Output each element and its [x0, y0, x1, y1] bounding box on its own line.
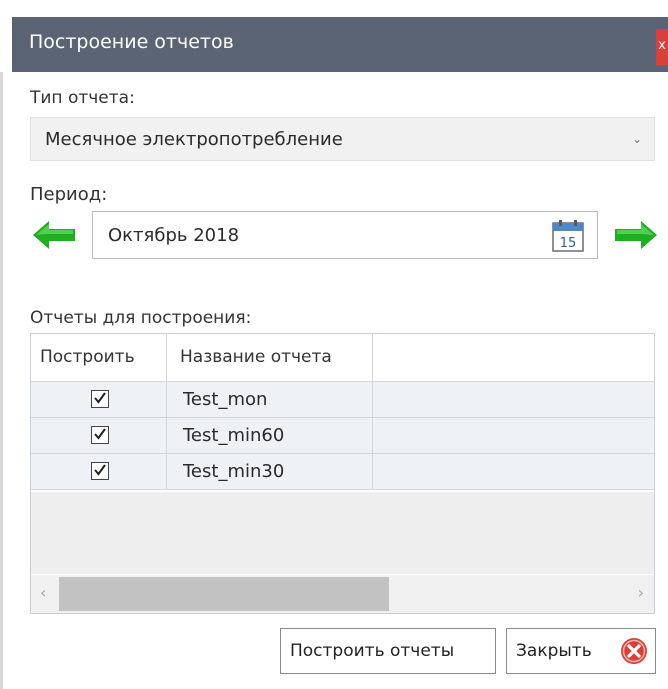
title-bar: Построение отчетов x	[12, 17, 668, 72]
reports-grid: Построить Название отчета Test_mon Test_…	[30, 333, 655, 614]
grid-header: Построить Название отчета	[31, 334, 654, 382]
window-close-button[interactable]: x	[656, 29, 668, 65]
build-cell	[31, 382, 167, 417]
chevron-down-icon: ⌄	[631, 132, 642, 146]
previous-period-arrow-icon[interactable]	[33, 220, 77, 250]
build-checkbox[interactable]	[91, 390, 109, 408]
build-reports-button[interactable]: Построить отчеты	[280, 628, 496, 674]
scroll-right-icon[interactable]: ›	[638, 583, 644, 602]
horizontal-scrollbar[interactable]: ‹ ›	[31, 575, 654, 613]
column-header-build[interactable]: Построить	[31, 334, 167, 381]
report-builder-dialog: Построение отчетов x Тип отчета: Месячно…	[0, 0, 668, 689]
scroll-left-icon[interactable]: ‹	[40, 583, 46, 602]
table-row[interactable]: Test_mon	[31, 382, 654, 418]
window-title: Построение отчетов	[29, 31, 234, 53]
calendar-day: 15	[560, 236, 577, 251]
window-left-edge	[0, 72, 3, 689]
scrollbar-thumb[interactable]	[59, 577, 389, 611]
report-name-cell: Test_mon	[167, 382, 373, 417]
report-name-cell: Test_min30	[167, 454, 373, 489]
next-period-arrow-icon[interactable]	[613, 220, 657, 250]
report-type-label: Тип отчета:	[30, 88, 135, 108]
cancel-icon	[620, 637, 648, 665]
build-cell	[31, 418, 167, 453]
column-header-report-name[interactable]: Название отчета	[167, 334, 373, 381]
report-type-select[interactable]: Месячное электропотребление ⌄	[30, 117, 655, 161]
close-button-label: Закрыть	[516, 641, 592, 661]
period-label: Период:	[30, 184, 108, 205]
close-button[interactable]: Закрыть	[506, 628, 656, 674]
build-cell	[31, 454, 167, 489]
report-type-value: Месячное электропотребление	[45, 129, 343, 150]
grid-empty-area	[31, 492, 654, 574]
build-checkbox[interactable]	[91, 462, 109, 480]
period-value: Октябрь 2018	[108, 225, 240, 246]
period-field[interactable]: Октябрь 2018 15	[92, 211, 598, 259]
table-row[interactable]: Test_min60	[31, 418, 654, 454]
build-reports-label: Построить отчеты	[290, 641, 455, 661]
calendar-icon[interactable]: 15	[552, 220, 584, 252]
build-checkbox[interactable]	[91, 426, 109, 444]
report-name-cell: Test_min60	[167, 418, 373, 453]
table-row[interactable]: Test_min30	[31, 454, 654, 490]
reports-label: Отчеты для построения:	[30, 308, 252, 328]
